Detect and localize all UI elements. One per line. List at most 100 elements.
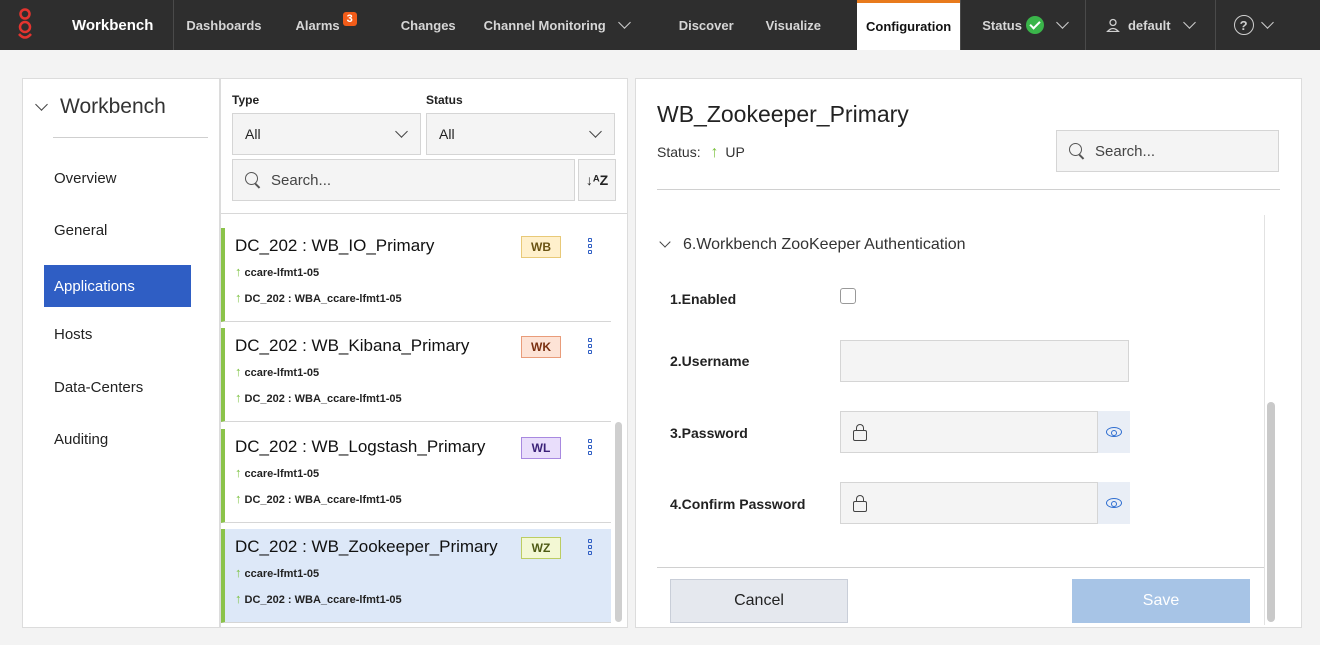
zookeeper-auth-section-header[interactable]: 6.Workbench ZooKeeper Authentication bbox=[659, 236, 966, 254]
top-navigation: Workbench Dashboards Alarms 3 Changes Cha… bbox=[0, 0, 1320, 50]
sidebar-item-hosts[interactable]: Hosts bbox=[44, 313, 191, 355]
detail-status-value: UP bbox=[725, 144, 745, 160]
chevron-down-icon bbox=[659, 236, 671, 248]
app-card-wb-kibana[interactable]: DC_202 : WB_Kibana_Primary WK ↑ ccare-lfm… bbox=[221, 328, 611, 422]
sidebar-header[interactable]: Workbench bbox=[35, 95, 166, 119]
sidebar-item-applications[interactable]: Applications bbox=[44, 265, 191, 307]
nav-visualize-label: Visualize bbox=[765, 17, 822, 33]
detail-divider bbox=[657, 189, 1280, 190]
nav-status[interactable]: Status bbox=[961, 0, 1085, 50]
detail-scrollbar-thumb[interactable] bbox=[1267, 402, 1275, 622]
app-card-host: ↑ ccare-lfmt1-05 bbox=[235, 264, 319, 279]
password-label: 3.Password bbox=[670, 425, 748, 441]
nav-user-menu[interactable]: default bbox=[1086, 0, 1215, 50]
sidebar-item-data-centers[interactable]: Data-Centers bbox=[44, 366, 191, 408]
app-card-wb-logstash[interactable]: DC_202 : WB_Logstash_Primary WL ↑ ccare-l… bbox=[221, 429, 611, 523]
nav-changes-label: Changes bbox=[400, 17, 456, 33]
enabled-checkbox[interactable] bbox=[840, 288, 856, 304]
sort-az-button[interactable]: ↓ᴬZ bbox=[578, 159, 616, 201]
confirm-password-field[interactable] bbox=[840, 482, 1098, 524]
show-password-button[interactable] bbox=[1098, 411, 1130, 453]
nav-help[interactable]: ? bbox=[1216, 0, 1274, 50]
save-button[interactable]: Save bbox=[1072, 579, 1250, 623]
sidebar: Workbench Overview General Applications … bbox=[22, 78, 220, 628]
list-divider bbox=[221, 213, 627, 214]
arrow-up-icon: ↑ bbox=[235, 565, 242, 580]
kebab-menu-icon[interactable] bbox=[588, 338, 592, 356]
search-icon bbox=[1069, 143, 1085, 159]
status-filter-value: All bbox=[439, 126, 455, 142]
app-card-title: DC_202 : WB_Zookeeper_Primary bbox=[235, 537, 498, 556]
app-card-host: ↑ ccare-lfmt1-05 bbox=[235, 364, 319, 379]
chevron-down-icon bbox=[589, 125, 602, 138]
app-type-tag: WZ bbox=[521, 537, 561, 559]
nav-configuration[interactable]: Configuration bbox=[857, 0, 961, 50]
arrow-up-icon: ↑ bbox=[235, 264, 242, 279]
enabled-label: 1.Enabled bbox=[670, 291, 737, 307]
arrow-up-icon: ↑ bbox=[235, 491, 242, 506]
app-card-wb-zookeeper[interactable]: DC_202 : WB_Zookeeper_Primary WZ ↑ ccare-… bbox=[221, 529, 611, 623]
detail-search-input[interactable]: Search... bbox=[1056, 130, 1279, 172]
nav-alarms[interactable]: Alarms 3 bbox=[284, 0, 387, 50]
status-filter-label: Status bbox=[426, 93, 463, 107]
nav-dashboards[interactable]: Dashboards bbox=[174, 0, 283, 50]
app-card-title: DC_202 : WB_IO_Primary bbox=[235, 236, 435, 255]
app-card-dc-label: DC_202 : WBA_ccare-lfmt1-05 bbox=[244, 393, 402, 405]
arrow-up-icon: ↑ bbox=[710, 144, 719, 161]
username-field[interactable] bbox=[840, 340, 1129, 382]
chevron-down-icon bbox=[395, 125, 408, 138]
chevron-down-icon bbox=[1182, 15, 1196, 29]
show-confirm-password-button[interactable] bbox=[1098, 482, 1130, 524]
genesys-logo[interactable] bbox=[0, 0, 50, 50]
kebab-menu-icon[interactable] bbox=[588, 539, 592, 557]
confirm-password-label: 4.Confirm Password bbox=[670, 496, 806, 512]
user-icon bbox=[1106, 18, 1120, 33]
footer-divider bbox=[657, 567, 1264, 568]
nav-brand-workbench[interactable]: Workbench bbox=[50, 0, 173, 50]
nav-dashboards-label: Dashboards bbox=[186, 17, 262, 33]
chevron-down-icon bbox=[1056, 15, 1069, 29]
app-search-input[interactable]: Search... bbox=[232, 159, 575, 201]
app-card-host-label: ccare-lfmt1-05 bbox=[244, 267, 320, 279]
detail-search-placeholder: Search... bbox=[1095, 142, 1156, 160]
chevron-down-icon bbox=[35, 97, 48, 111]
nav-discover[interactable]: Discover bbox=[669, 0, 756, 50]
nav-channel-monitoring[interactable]: Channel Monitoring bbox=[470, 0, 669, 50]
app-type-tag: WK bbox=[521, 336, 561, 358]
app-card-host-label: ccare-lfmt1-05 bbox=[244, 568, 320, 580]
password-field[interactable] bbox=[840, 411, 1098, 453]
app-search-placeholder: Search... bbox=[271, 171, 332, 189]
app-card-dc-label: DC_202 : WBA_ccare-lfmt1-05 bbox=[244, 594, 402, 606]
sidebar-item-general[interactable]: General bbox=[44, 209, 191, 251]
status-ok-icon bbox=[1025, 16, 1044, 34]
type-filter-select[interactable]: All bbox=[232, 113, 421, 155]
arrow-up-icon: ↑ bbox=[235, 290, 242, 305]
app-card-host: ↑ ccare-lfmt1-05 bbox=[235, 465, 319, 480]
kebab-menu-icon[interactable] bbox=[588, 439, 592, 457]
sort-az-icon: ↓ᴬZ bbox=[585, 172, 609, 188]
app-card-dc-label: DC_202 : WBA_ccare-lfmt1-05 bbox=[244, 494, 402, 506]
nav-visualize[interactable]: Visualize bbox=[756, 0, 857, 50]
alarms-count-badge: 3 bbox=[342, 12, 357, 26]
detail-status-label: Status: bbox=[657, 144, 701, 160]
status-filter-select[interactable]: All bbox=[426, 113, 615, 155]
kebab-menu-icon[interactable] bbox=[588, 238, 592, 256]
nav-user-label: default bbox=[1127, 17, 1171, 33]
app-card-host-label: ccare-lfmt1-05 bbox=[244, 468, 320, 480]
list-scrollbar-thumb[interactable] bbox=[615, 422, 622, 622]
arrow-up-icon: ↑ bbox=[235, 364, 242, 379]
lock-icon bbox=[853, 495, 867, 512]
detail-title: WB_Zookeeper_Primary bbox=[657, 101, 909, 127]
sidebar-item-auditing[interactable]: Auditing bbox=[44, 418, 191, 460]
app-card-dc: ↑ DC_202 : WBA_ccare-lfmt1-05 bbox=[235, 390, 402, 405]
detail-status: Status: ↑ UP bbox=[657, 144, 745, 162]
sidebar-item-overview[interactable]: Overview bbox=[44, 157, 191, 199]
nav-changes[interactable]: Changes bbox=[387, 0, 470, 50]
zookeeper-auth-section-title: 6.Workbench ZooKeeper Authentication bbox=[683, 236, 966, 253]
cancel-button[interactable]: Cancel bbox=[670, 579, 848, 623]
app-card-wb-io[interactable]: DC_202 : WB_IO_Primary WB ↑ ccare-lfmt1-0… bbox=[221, 228, 611, 322]
lock-icon bbox=[853, 424, 867, 441]
eye-icon bbox=[1106, 427, 1122, 437]
help-icon: ? bbox=[1233, 15, 1254, 35]
username-label: 2.Username bbox=[670, 353, 750, 369]
